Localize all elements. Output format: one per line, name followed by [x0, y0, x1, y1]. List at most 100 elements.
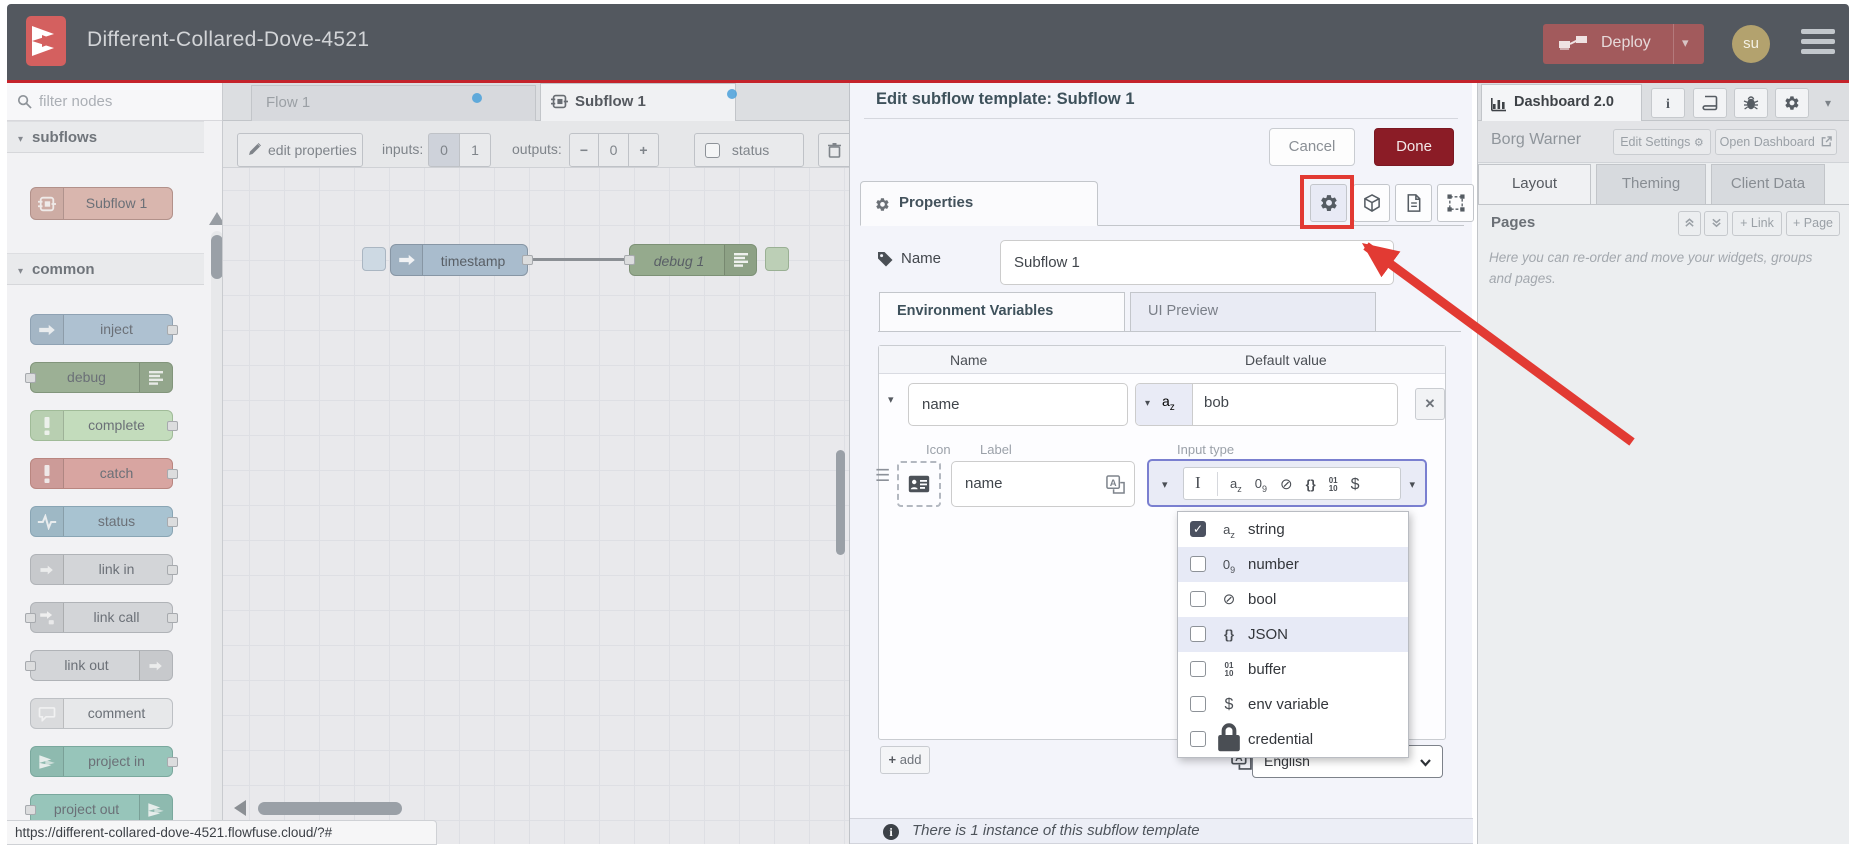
- appearance-view-button[interactable]: [1437, 184, 1474, 222]
- status-node-checkbox[interactable]: [705, 143, 720, 158]
- palette-node-complete[interactable]: complete: [30, 410, 178, 441]
- node-output-port[interactable]: [167, 612, 178, 623]
- unchecked-checkbox[interactable]: [1190, 731, 1206, 747]
- debug-sidebar-button[interactable]: [1734, 88, 1768, 118]
- node-output-port[interactable]: [167, 324, 178, 335]
- env-name-input[interactable]: name: [908, 383, 1128, 426]
- tab-environment-variables[interactable]: Environment Variables: [879, 292, 1125, 332]
- palette-node-link-in[interactable]: link in: [30, 554, 178, 585]
- deploy-button[interactable]: Deploy ▾: [1543, 24, 1704, 64]
- palette-node-project-in[interactable]: project in: [30, 746, 178, 777]
- sidebar-menu-caret-icon[interactable]: ▾: [1825, 96, 1831, 110]
- tab-client-data[interactable]: Client Data: [1711, 164, 1825, 205]
- node-input-port[interactable]: [25, 612, 36, 623]
- subflow-name-input[interactable]: Subflow 1: [1000, 240, 1394, 285]
- outputs-minus-button[interactable]: −: [569, 133, 599, 167]
- palette-node-subflow-1[interactable]: Subflow 1: [30, 187, 173, 220]
- add-page-button[interactable]: + Page: [1786, 211, 1840, 236]
- node-input-port[interactable]: [25, 804, 36, 815]
- drag-handle-icon[interactable]: ☰: [875, 466, 890, 486]
- subflow-output-stub[interactable]: [765, 247, 789, 271]
- config-sidebar-button[interactable]: [1775, 88, 1809, 118]
- outputs-plus-button[interactable]: +: [628, 133, 659, 167]
- node-input-port[interactable]: [25, 660, 36, 671]
- unchecked-checkbox[interactable]: [1190, 626, 1206, 642]
- node-debug-1[interactable]: debug 1: [624, 244, 757, 276]
- unchecked-checkbox[interactable]: [1190, 591, 1206, 607]
- node-output-port[interactable]: [167, 420, 178, 431]
- node-output-port[interactable]: [167, 516, 178, 527]
- help-sidebar-button[interactable]: [1693, 88, 1727, 118]
- done-button[interactable]: Done: [1374, 128, 1454, 166]
- tab-dashboard-2[interactable]: Dashboard 2.0: [1481, 84, 1642, 121]
- palette-scrollbar-track[interactable]: [211, 231, 222, 844]
- palette-node-catch[interactable]: catch: [30, 458, 178, 489]
- caret-down-icon[interactable]: ▾: [1409, 478, 1415, 491]
- type-option-env-variable[interactable]: $ env variable: [1178, 687, 1408, 722]
- node-input-port[interactable]: [25, 372, 36, 383]
- description-view-button[interactable]: [1395, 184, 1432, 222]
- type-option-number[interactable]: 09 number: [1178, 547, 1408, 582]
- input-type-widget[interactable]: ▾ I az 09 ⊘ {} 01 10 $ ▾: [1147, 459, 1427, 507]
- type-option-credential[interactable]: credential: [1178, 722, 1408, 757]
- canvas-hscrollbar-thumb[interactable]: [258, 802, 402, 815]
- edit-properties-button[interactable]: edit properties: [237, 133, 363, 167]
- collapse-all-button[interactable]: [1678, 211, 1701, 236]
- palette-scroll-up-icon[interactable]: [209, 212, 222, 225]
- palette-search[interactable]: filter nodes: [7, 83, 222, 121]
- expand-all-button[interactable]: [1704, 211, 1728, 236]
- palette-category-common[interactable]: ▾ common: [7, 253, 204, 285]
- node-output-port[interactable]: [522, 255, 533, 265]
- delete-row-button[interactable]: ✕: [1415, 388, 1445, 420]
- edit-settings-button[interactable]: Edit Settings ⚙: [1613, 129, 1711, 155]
- deploy-caret-icon[interactable]: ▾: [1682, 35, 1689, 51]
- palette-scrollbar-thumb[interactable]: [211, 235, 222, 279]
- node-output-port[interactable]: [167, 756, 178, 767]
- tab-ui-preview[interactable]: UI Preview: [1130, 292, 1376, 332]
- palette-node-debug[interactable]: debug: [25, 362, 173, 393]
- properties-view-button[interactable]: [1310, 184, 1347, 222]
- add-link-button[interactable]: + Link: [1732, 211, 1782, 236]
- canvas-scroll-left-icon[interactable]: [234, 800, 246, 816]
- inputs-1-button[interactable]: 1: [459, 133, 491, 167]
- tab-layout[interactable]: Layout: [1478, 164, 1591, 205]
- tab-flow-1[interactable]: Flow 1: [251, 85, 536, 121]
- node-input-port[interactable]: [624, 255, 635, 265]
- module-view-button[interactable]: [1353, 184, 1390, 222]
- inputs-0-button[interactable]: 0: [428, 133, 460, 167]
- tab-subflow-1[interactable]: Subflow 1: [540, 83, 737, 121]
- cancel-button[interactable]: Cancel: [1269, 128, 1355, 166]
- type-option-string[interactable]: ✓ az string: [1178, 512, 1408, 547]
- main-menu-icon[interactable]: [1801, 29, 1835, 59]
- add-env-var-button[interactable]: + add: [880, 746, 930, 774]
- node-output-port[interactable]: [167, 468, 178, 479]
- checked-checkbox[interactable]: ✓: [1190, 521, 1206, 537]
- env-icon-picker[interactable]: [897, 461, 941, 507]
- flow-canvas[interactable]: timestamp debug 1: [223, 168, 849, 844]
- palette-node-status[interactable]: status: [30, 506, 178, 537]
- palette-node-link-out[interactable]: link out: [25, 650, 173, 681]
- palette-node-inject[interactable]: inject: [30, 314, 178, 345]
- type-select-button[interactable]: ▾ az: [1136, 384, 1193, 425]
- user-avatar[interactable]: su: [1732, 25, 1770, 63]
- type-option-JSON[interactable]: {} JSON: [1178, 617, 1408, 652]
- open-dashboard-button[interactable]: Open Dashboard: [1715, 129, 1837, 155]
- unchecked-checkbox[interactable]: [1190, 661, 1206, 677]
- status-node-toggle[interactable]: status node: [694, 133, 804, 190]
- unchecked-checkbox[interactable]: [1190, 556, 1206, 572]
- tab-theming[interactable]: Theming: [1596, 164, 1706, 205]
- env-label-input[interactable]: name A: [951, 461, 1135, 507]
- palette-node-link-call[interactable]: link call: [25, 602, 178, 633]
- env-default-value-field[interactable]: ▾ az bob: [1135, 383, 1398, 426]
- palette-category-subflows[interactable]: ▾ subflows: [7, 121, 204, 153]
- palette-node-comment[interactable]: comment: [30, 698, 173, 729]
- canvas-vscrollbar-thumb[interactable]: [836, 450, 845, 555]
- unchecked-checkbox[interactable]: [1190, 696, 1206, 712]
- node-timestamp[interactable]: timestamp: [390, 244, 533, 276]
- type-option-bool[interactable]: ⊘ bool: [1178, 582, 1408, 617]
- info-sidebar-button[interactable]: i: [1651, 88, 1685, 118]
- subflow-input-stub[interactable]: [362, 247, 386, 271]
- row-collapse-icon[interactable]: ▾: [888, 393, 894, 406]
- type-option-buffer[interactable]: 01 10 buffer: [1178, 652, 1408, 687]
- node-output-port[interactable]: [167, 564, 178, 575]
